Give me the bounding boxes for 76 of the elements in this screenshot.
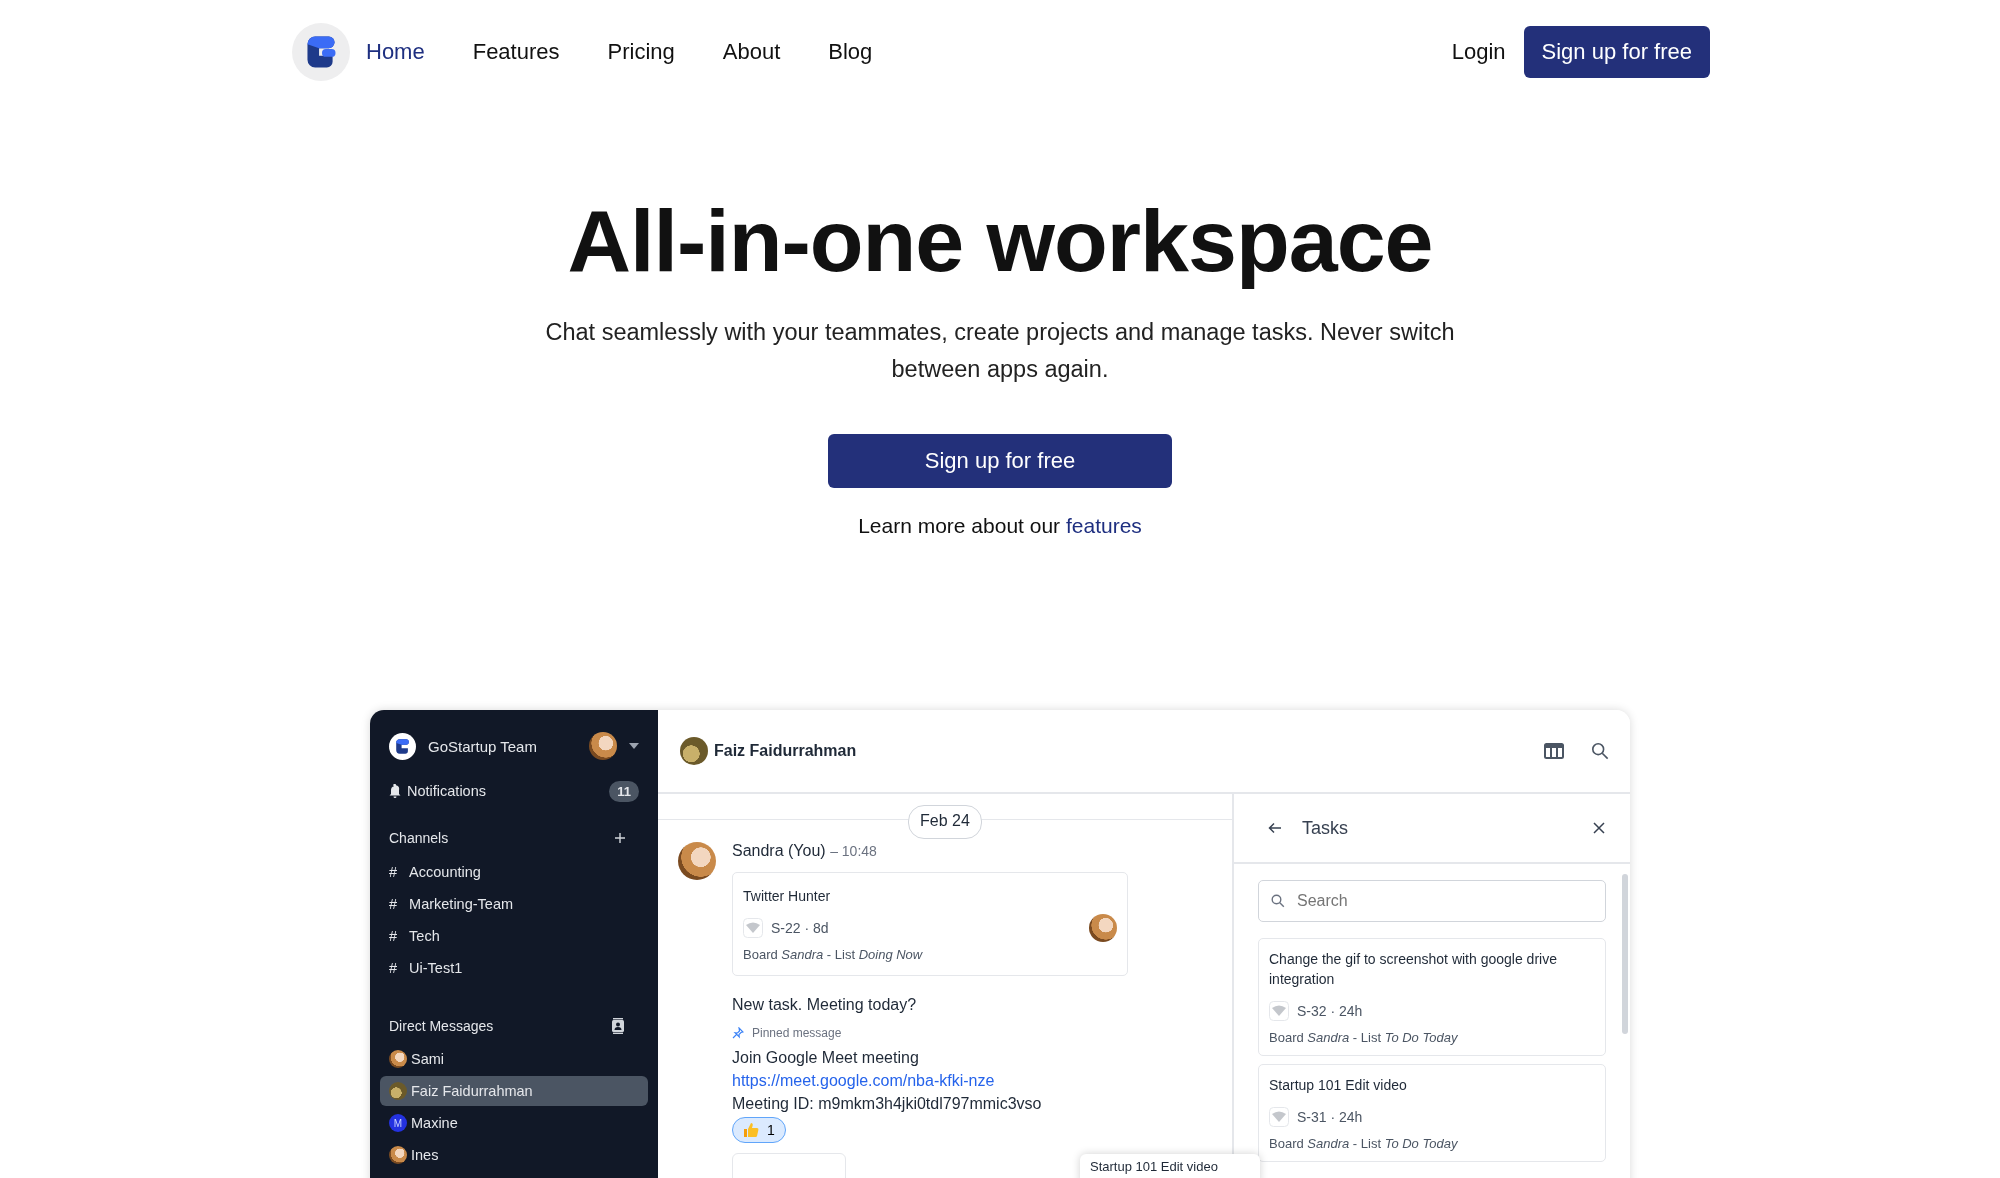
meeting-link[interactable]: https://meet.google.com/nba-kfki-nze [732, 1069, 995, 1092]
channel-item[interactable]: # Tech [389, 920, 639, 952]
tasks-title: Tasks [1302, 817, 1348, 839]
signup-button[interactable]: Sign up for free [1523, 26, 1710, 78]
task-meta: S-22 · 8d [771, 920, 829, 936]
task-title: Change the gif to screenshot with google drive integration [1269, 950, 1558, 989]
initial-avatar: M [389, 1114, 407, 1132]
hero-subtitle: Chat seamlessly with your teammates, create projects and manage tasks. Never switch between apps again. [544, 318, 1456, 384]
user-avatar [389, 1082, 407, 1100]
sender-name: Sandra (You) [732, 842, 826, 859]
task-title: Twitter Hunter [743, 887, 832, 906]
message-text: Join Google Meet meeting [732, 1048, 919, 1068]
login-link[interactable]: Login [1451, 39, 1506, 65]
sender-avatar [678, 842, 716, 880]
logo-icon[interactable] [292, 23, 350, 81]
columns-icon[interactable] [1544, 742, 1564, 760]
message-text: New task. Meeting today? [732, 996, 917, 1014]
task-board: Board Sandra - List To Do Today [1269, 1030, 1459, 1045]
channel-item[interactable]: # Accounting [389, 856, 639, 888]
nav-link[interactable]: About [722, 39, 781, 65]
team-name[interactable]: GoStartup Team [428, 737, 589, 755]
nav-link[interactable]: Blog [828, 39, 873, 65]
learn-more-text: Learn more about our [858, 514, 1061, 537]
task-meta: S-32 · 24h [1297, 1003, 1363, 1019]
search-icon [1271, 894, 1285, 908]
nav-link[interactable]: Features [472, 39, 560, 65]
search-field[interactable]: Search [1258, 880, 1606, 922]
scrollbar[interactable] [1622, 874, 1628, 1034]
caret-icon[interactable] [629, 743, 639, 749]
task-card[interactable]: Twitter Hunter S-22 · 8d Board Sandra - List Doing Now [732, 872, 1128, 976]
meeting-id: Meeting ID: m9mkm3h4jki0tdl797mmic3vso [732, 1094, 1042, 1114]
hero-title: All-in-one workspace [567, 190, 1433, 292]
priority-icon [1269, 1001, 1289, 1021]
user-avatar [389, 1050, 407, 1068]
channel-item[interactable]: # Marketing-Team [389, 888, 639, 920]
channels-heading: Channels [389, 830, 449, 846]
notifications-item[interactable]: Notifications [407, 783, 610, 799]
task-title: Startup 101 Edit video [1269, 1076, 1408, 1095]
dragged-task-card[interactable]: Startup 101 Edit video [1080, 1154, 1260, 1178]
priority-icon [743, 918, 763, 938]
nav-link[interactable]: Pricing [607, 39, 675, 65]
pinned-label: Pinned message [752, 1026, 842, 1040]
direct-message-item[interactable]: Sami [380, 1044, 648, 1074]
bell-icon [389, 784, 401, 798]
user-avatar [389, 1146, 407, 1164]
thumbs-up-icon [743, 1122, 759, 1138]
features-link[interactable]: features [1065, 514, 1142, 537]
message-time: – 10:48 [830, 843, 877, 859]
contact-avatar [680, 737, 708, 765]
user-avatar[interactable] [589, 732, 617, 760]
task-card[interactable]: Startup 101 Edit video S-31 · 24h Board Sandra - List To Do Today [1258, 1064, 1606, 1162]
logo-icon [389, 732, 416, 760]
plus-icon[interactable] [615, 833, 625, 843]
reaction-button[interactable]: 1 [732, 1117, 786, 1143]
contacts-icon[interactable] [611, 1018, 625, 1034]
direct-message-item[interactable]: M Maxine [380, 1108, 648, 1138]
direct-message-item[interactable]: Ines [380, 1140, 648, 1170]
close-icon[interactable] [1592, 822, 1606, 834]
direct-message-item[interactable]: Faiz Faidurrahman [380, 1076, 648, 1106]
pin-icon [732, 1027, 744, 1039]
task-meta: S-31 · 24h [1297, 1109, 1363, 1125]
contact-name: Faiz Faidurrahman [714, 742, 857, 760]
assignee-avatar [1089, 914, 1117, 942]
back-arrow-icon[interactable] [1268, 822, 1282, 834]
signup-button[interactable]: Sign up for free [828, 434, 1172, 488]
task-title: Startup 101 Edit video [1090, 1159, 1218, 1174]
date-pill: Feb 24 [908, 805, 982, 839]
nav-link[interactable]: Home [366, 39, 425, 65]
task-board: Board Sandra - List To Do Today [1269, 1136, 1459, 1151]
channel-item[interactable]: # Ui-Test1 [389, 952, 639, 984]
task-card[interactable]: Change the gif to screenshot with google drive integration S-32 · 24h Board Sandra - List To Do Today [1258, 938, 1606, 1056]
task-board: Board Sandra - List Doing Now [743, 947, 924, 962]
search-icon[interactable] [1590, 742, 1610, 760]
priority-icon [1269, 1107, 1289, 1127]
notification-count: 11 [609, 780, 639, 802]
direct-messages-heading: Direct Messages [389, 1018, 494, 1034]
